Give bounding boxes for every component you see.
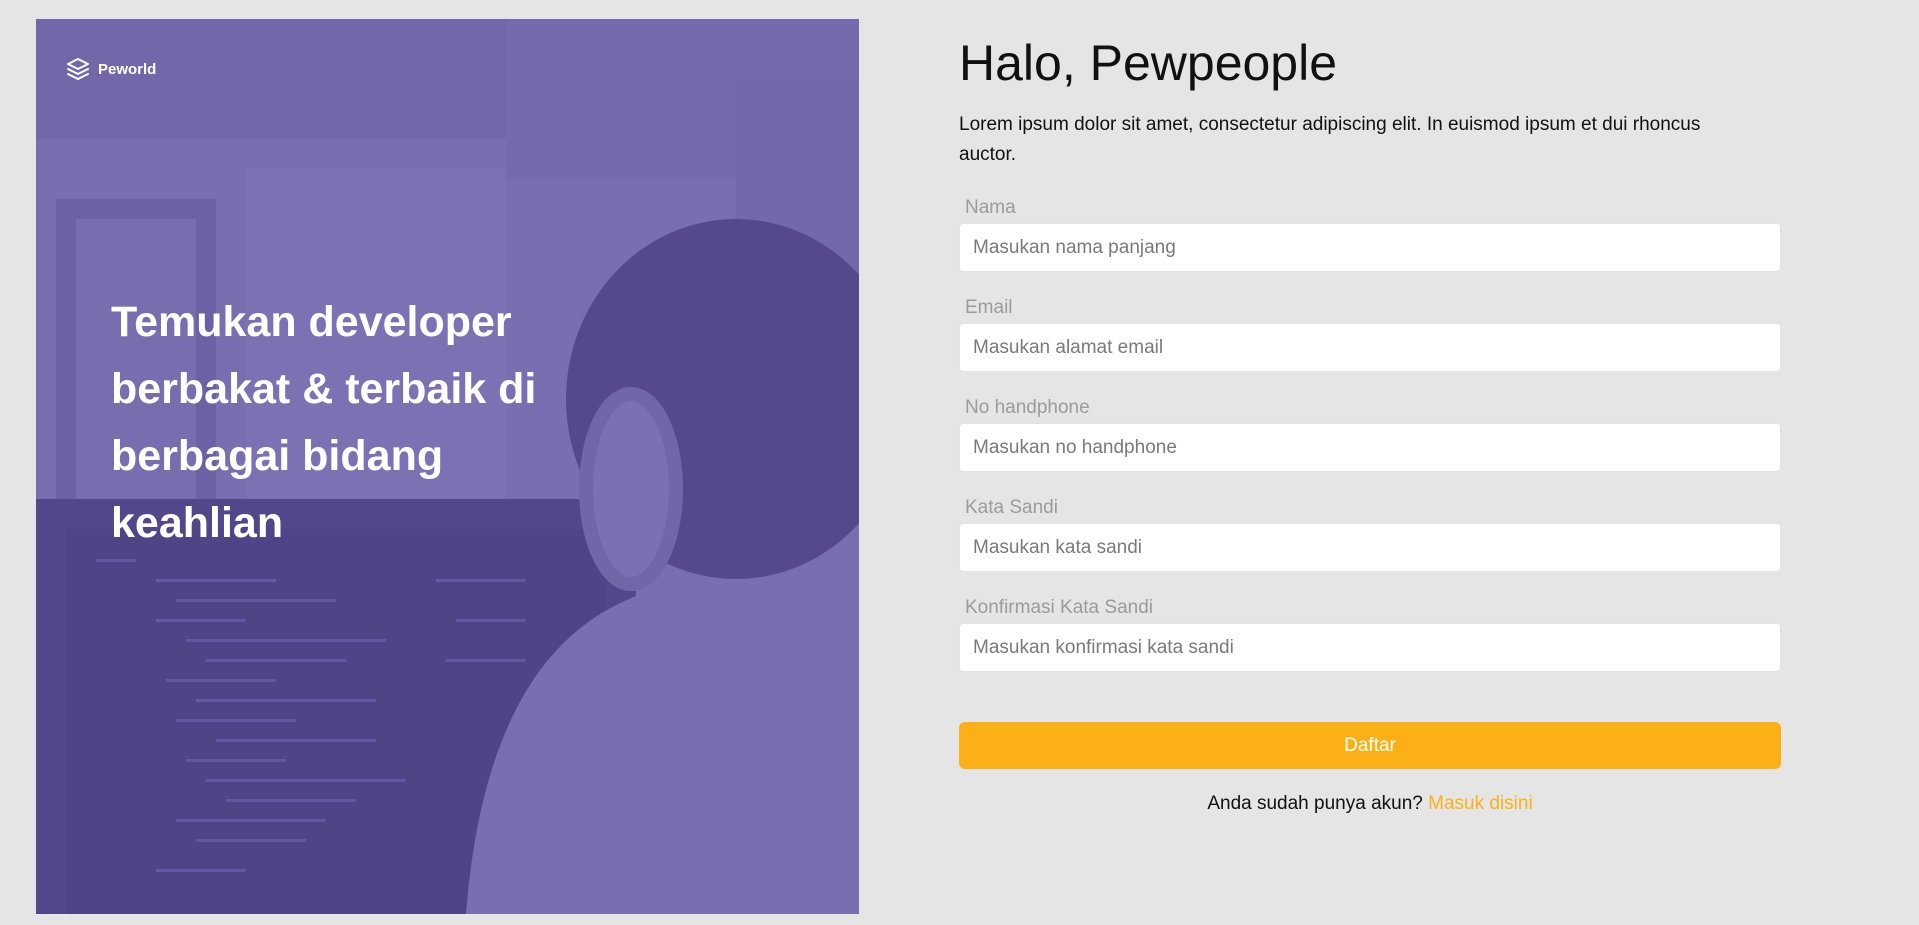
page-description: Lorem ipsum dolor sit amet, consectetur …: [959, 114, 1701, 165]
field-label: Kata Sandi: [965, 497, 1058, 518]
phone-input[interactable]: [959, 423, 1781, 472]
field-phone: No handphone: [959, 396, 1781, 472]
brand-name: Peworld: [98, 60, 157, 78]
confirm-password-input[interactable]: [959, 623, 1781, 672]
login-link[interactable]: Masuk disini: [1428, 793, 1533, 814]
email-input[interactable]: [959, 323, 1781, 372]
field-label: Konfirmasi Kata Sandi: [965, 597, 1153, 618]
field-confirm-password: Konfirmasi Kata Sandi: [959, 596, 1781, 672]
name-input[interactable]: [959, 223, 1781, 272]
field-label: No handphone: [965, 397, 1090, 418]
login-prompt-line: Anda sudah punya akun? Masuk disini: [959, 793, 1781, 815]
field-email: Email: [959, 296, 1781, 372]
field-label: Email: [965, 297, 1013, 318]
hero-panel: Peworld Temukan developer berbakat & ter…: [36, 19, 859, 914]
login-prompt-text: Anda sudah punya akun?: [1207, 793, 1423, 814]
field-password: Kata Sandi: [959, 496, 1781, 572]
hero-headline: Temukan developer berbakat & terbaik di …: [111, 298, 537, 547]
register-form: Halo, Pewpeople Lorem ipsum dolor sit am…: [959, 28, 1781, 815]
register-button[interactable]: Daftar: [959, 722, 1781, 769]
layers-icon: [66, 57, 90, 81]
brand-logo[interactable]: Peworld: [66, 57, 156, 81]
page-title: Halo, Pewpeople: [959, 35, 1338, 91]
field-nama: Nama: [959, 196, 1781, 272]
password-input[interactable]: [959, 523, 1781, 572]
field-label: Nama: [965, 197, 1016, 218]
